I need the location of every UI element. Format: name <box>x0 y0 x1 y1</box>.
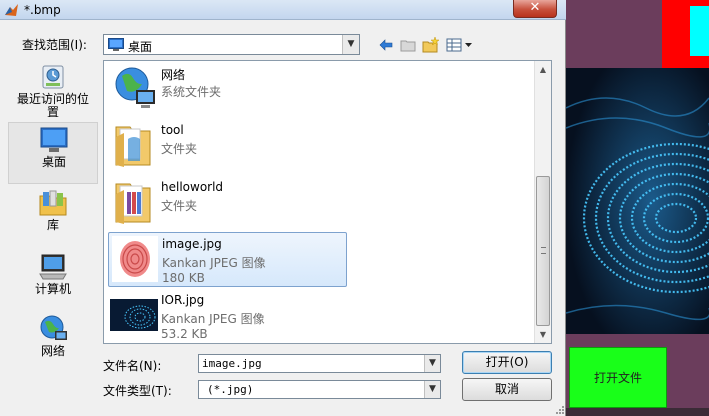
file-item-ior-jpg[interactable]: IOR.jpg Kankan JPEG 图像 53.2 KB <box>108 289 345 343</box>
file-name-label: 文件名(N): <box>103 359 162 373</box>
file-size: 180 KB <box>162 271 205 285</box>
file-type-value: (*.jpg) <box>207 383 254 396</box>
file-item-image-jpg[interactable]: image.jpg Kankan JPEG 图像 180 KB <box>108 232 347 287</box>
up-folder-icon[interactable] <box>399 36 417 53</box>
file-name: image.jpg <box>162 237 222 251</box>
resize-grip-icon[interactable] <box>555 404 565 414</box>
look-in-dropdown[interactable]: 桌面 ▼ <box>103 34 360 55</box>
computer-icon <box>37 252 69 282</box>
scrollbar-grip <box>541 247 546 254</box>
file-list[interactable]: 网络 系统文件夹 tool 文件夹 helloworld 文件夹 image.j… <box>103 60 552 344</box>
place-recent[interactable]: 最近访问的位置 <box>8 60 98 122</box>
view-menu-icon[interactable] <box>446 36 474 53</box>
file-item-tool[interactable]: tool 文件夹 <box>108 119 345 173</box>
dialog-titlebar[interactable]: *.bmp ✕ <box>0 0 566 20</box>
background-bottom-strip <box>566 408 709 416</box>
file-type-dropdown[interactable]: (*.jpg) ▼ <box>198 380 441 399</box>
place-label: 库 <box>46 218 59 232</box>
cancel-button[interactable]: 取消 <box>462 378 552 401</box>
place-libraries[interactable]: 库 <box>8 186 98 248</box>
open-file-button[interactable]: 打开文件 <box>569 347 667 408</box>
fingerprint-thumbnail-icon <box>110 291 158 339</box>
place-label: 最近访问的位置 <box>16 92 89 119</box>
dialog-title: *.bmp <box>24 3 61 17</box>
chevron-down-icon[interactable]: ▼ <box>424 381 440 398</box>
network-icon <box>37 314 69 344</box>
network-icon <box>110 64 158 112</box>
close-icon: ✕ <box>529 0 541 15</box>
desktop-icon <box>108 38 124 51</box>
scroll-down-icon[interactable]: ▼ <box>535 326 551 343</box>
place-desktop[interactable]: 桌面 <box>8 122 98 184</box>
file-type: Kankan JPEG 图像 <box>161 312 265 326</box>
file-name: IOR.jpg <box>161 293 205 307</box>
open-file-dialog: *.bmp ✕ 查找范围(I): 桌面 ▼ 最近访问的位置 桌面 库 计算机 网… <box>0 0 566 416</box>
close-button[interactable]: ✕ <box>513 0 557 18</box>
fingerprint-image-preview <box>566 68 709 334</box>
back-arrow-icon[interactable] <box>377 36 395 53</box>
file-name: helloworld <box>161 180 224 194</box>
place-label: 计算机 <box>34 282 71 296</box>
scroll-up-icon[interactable]: ▲ <box>535 61 551 78</box>
open-file-button-label: 打开文件 <box>593 371 642 385</box>
libraries-icon <box>37 188 69 218</box>
folder-icon <box>110 121 158 169</box>
place-computer[interactable]: 计算机 <box>8 250 98 312</box>
vertical-scrollbar[interactable]: ▲ ▼ <box>534 61 551 343</box>
file-type: 文件夹 <box>161 142 198 156</box>
file-name-field[interactable]: image.jpg ▼ <box>198 354 441 373</box>
file-name: 网络 <box>161 68 186 82</box>
file-item-network[interactable]: 网络 系统文件夹 <box>108 62 345 116</box>
place-label: 桌面 <box>41 155 66 169</box>
open-button[interactable]: 打开(O) <box>462 351 552 374</box>
place-label: 网络 <box>40 344 65 358</box>
look-in-label: 查找范围(I): <box>22 38 87 52</box>
scrollbar-thumb[interactable] <box>536 176 550 326</box>
new-folder-icon[interactable] <box>422 36 440 53</box>
chevron-down-icon[interactable]: ▼ <box>342 35 359 54</box>
matlab-app-icon <box>4 3 19 17</box>
background-cyan-panel <box>690 6 709 56</box>
file-type: 系统文件夹 <box>161 85 222 99</box>
recent-places-icon <box>37 62 69 92</box>
file-type: 文件夹 <box>161 199 198 213</box>
file-size: 53.2 KB <box>161 327 208 341</box>
desktop-icon <box>38 125 70 155</box>
cancel-button-label: 取消 <box>494 382 519 396</box>
file-name: tool <box>161 123 184 137</box>
open-button-label: 打开(O) <box>485 355 529 369</box>
file-type: Kankan JPEG 图像 <box>162 256 266 270</box>
fingerprint-thumbnail-icon <box>111 235 159 283</box>
file-name-value: image.jpg <box>202 357 262 370</box>
folder-icon <box>110 178 158 226</box>
look-in-value: 桌面 <box>128 40 153 54</box>
file-type-label: 文件类型(T): <box>103 384 172 398</box>
chevron-down-icon[interactable]: ▼ <box>424 355 440 372</box>
places-bar: 最近访问的位置 桌面 库 计算机 网络 <box>8 60 98 372</box>
place-network[interactable]: 网络 <box>8 312 98 374</box>
file-item-helloworld[interactable]: helloworld 文件夹 <box>108 176 345 230</box>
